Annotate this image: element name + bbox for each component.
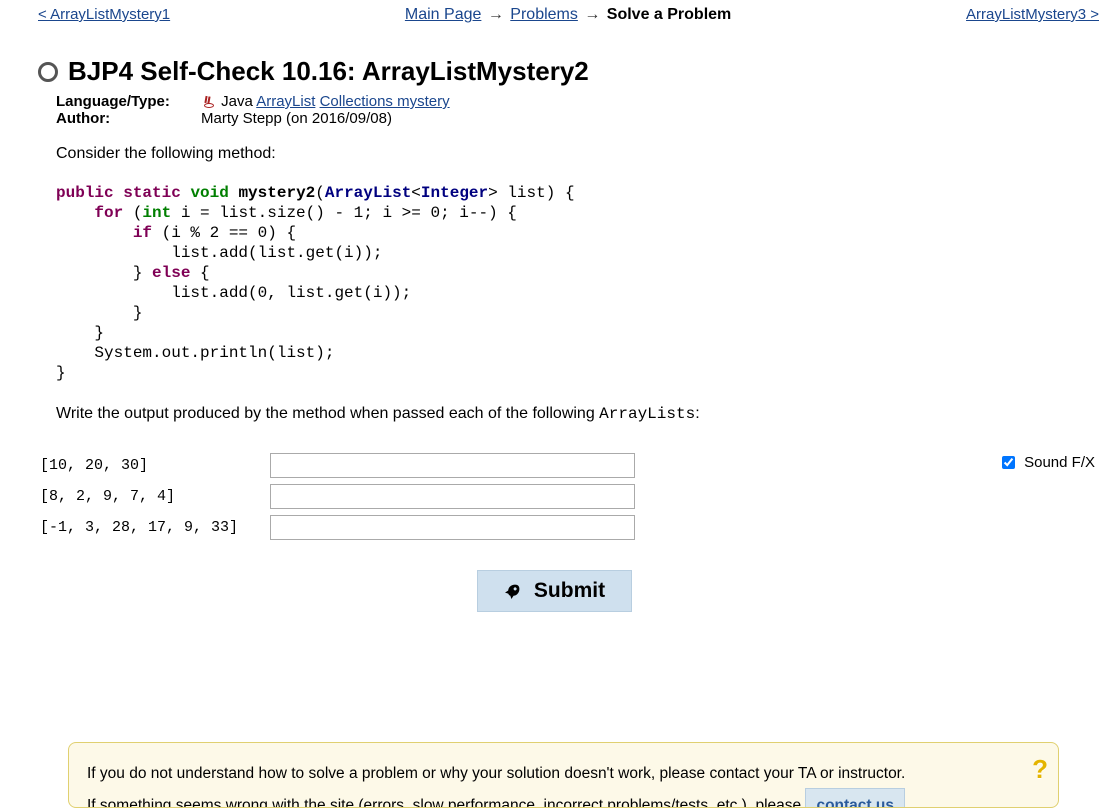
answer-row: [-1, 3, 28, 17, 9, 33] (40, 515, 635, 540)
answer-row: [8, 2, 9, 7, 4] (40, 484, 635, 509)
answer-label: [8, 2, 9, 7, 4] (40, 488, 270, 505)
sound-fx-checkbox[interactable] (1002, 456, 1015, 469)
main-page-link[interactable]: Main Page (405, 6, 482, 23)
help-line-1: If you do not understand how to solve a … (87, 759, 1040, 788)
author-label: Author: (56, 110, 201, 127)
sound-fx-label: Sound F/X (1024, 454, 1095, 471)
contact-us-button[interactable]: contact us (805, 788, 905, 808)
author-value: Marty Stepp (on 2016/09/08) (201, 110, 392, 127)
status-circle-icon (38, 62, 58, 82)
problem-meta: Language/Type: Java ArrayList Collection… (10, 93, 1099, 127)
tag-collections-mystery-link[interactable]: Collections mystery (320, 93, 450, 110)
help-box: ? If you do not understand how to solve … (68, 742, 1059, 808)
prev-problem-link[interactable]: < ArrayListMystery1 (38, 6, 170, 23)
top-nav: < ArrayListMystery1 Main Page → Problems… (10, 4, 1099, 28)
page-title: BJP4 Self-Check 10.16: ArrayListMystery2 (68, 56, 589, 87)
page-heading: BJP4 Self-Check 10.16: ArrayListMystery2 (10, 28, 1099, 93)
breadcrumb-current: Solve a Problem (607, 6, 732, 23)
next-problem-link[interactable]: ArrayListMystery3 > (966, 6, 1099, 23)
arrow-icon: → (584, 6, 600, 23)
submit-button-label: Submit (534, 579, 605, 603)
submit-button[interactable]: Submit (477, 570, 632, 612)
answer-input-1[interactable] (270, 453, 635, 478)
langtype-label: Language/Type: (56, 93, 201, 110)
prompt-text-2: Write the output produced by the method … (56, 405, 1099, 423)
tag-arraylist-link[interactable]: ArrayList (256, 93, 315, 110)
language-text: Java (221, 93, 253, 110)
problems-link[interactable]: Problems (510, 6, 578, 23)
answer-table: [10, 20, 30] [8, 2, 9, 7, 4] [-1, 3, 28,… (40, 453, 635, 546)
answer-input-3[interactable] (270, 515, 635, 540)
answer-label: [10, 20, 30] (40, 457, 270, 474)
answer-label: [-1, 3, 28, 17, 9, 33] (40, 519, 270, 536)
help-line-2: If something seems wrong with the site (… (87, 797, 805, 808)
rocket-icon (504, 582, 522, 600)
question-mark-icon: ? (1032, 745, 1048, 794)
java-icon (201, 96, 213, 108)
arrow-icon: → (488, 6, 504, 23)
answer-row: [10, 20, 30] (40, 453, 635, 478)
prompt-text: Consider the following method: (56, 145, 1099, 163)
answer-input-2[interactable] (270, 484, 635, 509)
code-block: public static void mystery2(ArrayList<In… (56, 183, 1099, 383)
